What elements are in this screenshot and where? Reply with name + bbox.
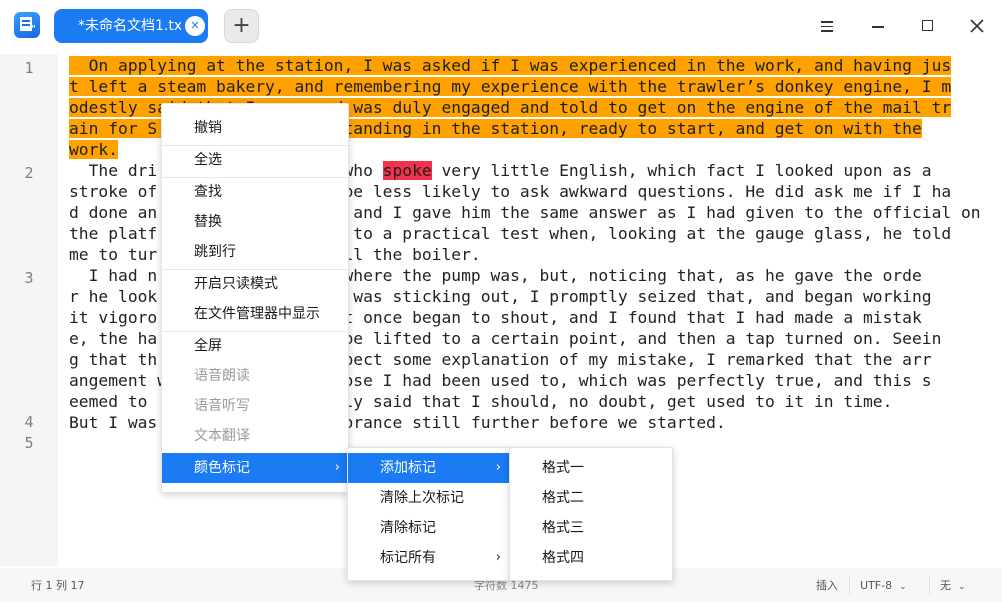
menu-item-select-all[interactable]: 全选 (162, 145, 348, 175)
cursor-position: 行 1 列 17 (31, 579, 85, 592)
chevron-right-icon: › (495, 460, 501, 475)
submenu-item-mark-all-label: 标记所有 (380, 550, 436, 566)
submenu-item-clear-last-mark[interactable]: 清除上次标记 (348, 483, 509, 513)
minimize-icon[interactable] (864, 12, 892, 40)
main-menu-icon[interactable] (813, 12, 841, 40)
maximize-icon[interactable] (914, 12, 942, 40)
style-item-1[interactable]: 格式一 (510, 453, 672, 483)
color-mark-submenu: 添加标记 › 清除上次标记 清除标记 标记所有 › (347, 447, 510, 581)
chevron-down-icon: ⌄ (899, 582, 907, 592)
input-mode: 插入 (816, 579, 838, 592)
line-number-gutter: 1 2 3 4 5 (0, 54, 58, 566)
menu-item-speech-to-text: 语音听写 (194, 398, 250, 414)
line-number: 5 (24, 434, 34, 452)
close-window-icon[interactable] (963, 12, 991, 40)
selected-text: work. (69, 140, 119, 159)
tab-close-icon[interactable]: ✕ (185, 16, 205, 36)
context-menu: 撤销 全选 查找 替换 跳到行 开启只读模式 在文件管理器中显示 全屏 语音朗读… (161, 103, 349, 493)
text-line[interactable]: t left a steam bakery, and remembering m… (69, 76, 989, 97)
menu-item-goto-line[interactable]: 跳到行 (162, 237, 348, 267)
menu-item-replace[interactable]: 替换 (162, 207, 348, 237)
text-line[interactable]: On applying at the station, I was asked … (69, 55, 989, 76)
menu-item-find[interactable]: 查找 (162, 177, 348, 207)
selected-text: t left a steam bakery, and remembering m… (69, 77, 952, 96)
chevron-down-icon: ⌄ (958, 582, 966, 592)
menu-item-undo[interactable]: 撤销 (162, 113, 348, 143)
submenu-item-mark-all[interactable]: 标记所有 › (348, 543, 509, 573)
style-item-2[interactable]: 格式二 (510, 483, 672, 513)
menu-item-color-mark-label: 颜色标记 (194, 460, 250, 476)
highlight-selector[interactable]: 无 ⌄ (940, 579, 966, 594)
line-number: 3 (24, 269, 34, 287)
mark-style-submenu: 格式一 格式二 格式三 格式四 (509, 447, 673, 581)
menu-item-read-only[interactable]: 开启只读模式 (162, 269, 348, 299)
chevron-right-icon: › (495, 550, 501, 565)
encoding-label: UTF-8 (860, 579, 893, 592)
style-item-4[interactable]: 格式四 (510, 543, 672, 573)
line-number: 4 (24, 413, 34, 431)
tab-document[interactable]: *未命名文档1.txt ✕ (54, 9, 208, 43)
add-tab-button[interactable]: + (224, 9, 259, 43)
encoding-selector[interactable]: UTF-8 ⌄ (860, 579, 907, 594)
status-divider (929, 576, 930, 594)
highlight-label: 无 (940, 579, 951, 592)
submenu-item-add-mark-label: 添加标记 (380, 460, 436, 476)
app-logo-icon: " (14, 12, 40, 38)
text-run: very little English, which fact I looked… (431, 161, 932, 180)
status-divider (849, 576, 850, 594)
tab-title: *未命名文档1.txt (78, 18, 181, 34)
title-bar: " *未命名文档1.txt ✕ + (0, 0, 1002, 52)
menu-item-show-in-file-manager[interactable]: 在文件管理器中显示 (162, 299, 348, 329)
menu-item-color-mark[interactable]: 颜色标记 › (162, 453, 348, 483)
submenu-item-add-mark[interactable]: 添加标记 › (348, 453, 509, 483)
menu-item-translate: 文本翻译 (194, 428, 250, 444)
line-number: 1 (24, 59, 34, 77)
character-count: 字符数 1475 (474, 579, 539, 592)
chevron-right-icon: › (334, 460, 340, 475)
line-number: 2 (24, 164, 34, 182)
selected-text: On applying at the station, I was asked … (69, 56, 952, 75)
style-item-3[interactable]: 格式三 (510, 513, 672, 543)
submenu-item-clear-marks[interactable]: 清除标记 (348, 513, 509, 543)
menu-item-fullscreen[interactable]: 全屏 (162, 331, 348, 361)
menu-item-text-to-speech: 语音朗读 (194, 368, 250, 384)
color-marked-text: spoke (382, 161, 432, 180)
